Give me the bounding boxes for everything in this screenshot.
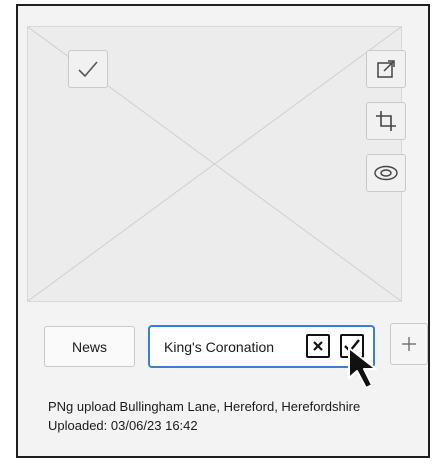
crop-icon [376,111,396,131]
crop-button[interactable] [366,102,406,140]
plus-icon [402,337,416,351]
open-external-icon [377,60,395,78]
preview-button[interactable] [366,154,406,192]
upload-description: PNg upload Bullingham Lane, Hereford, He… [48,399,361,414]
cancel-tag-button[interactable] [306,334,330,358]
open-external-button[interactable] [366,50,406,88]
tag-input-value[interactable]: King's Coronation [164,339,274,355]
uploaded-timestamp: Uploaded: 03/06/23 16:42 [48,418,198,433]
checkmark-icon [78,61,98,78]
mouse-pointer-icon [348,347,377,389]
tag-chip[interactable]: News [44,326,135,367]
tag-input[interactable]: King's Coronation [148,325,375,368]
eye-icon [374,165,398,181]
select-button[interactable] [68,50,108,88]
close-icon [313,341,323,351]
